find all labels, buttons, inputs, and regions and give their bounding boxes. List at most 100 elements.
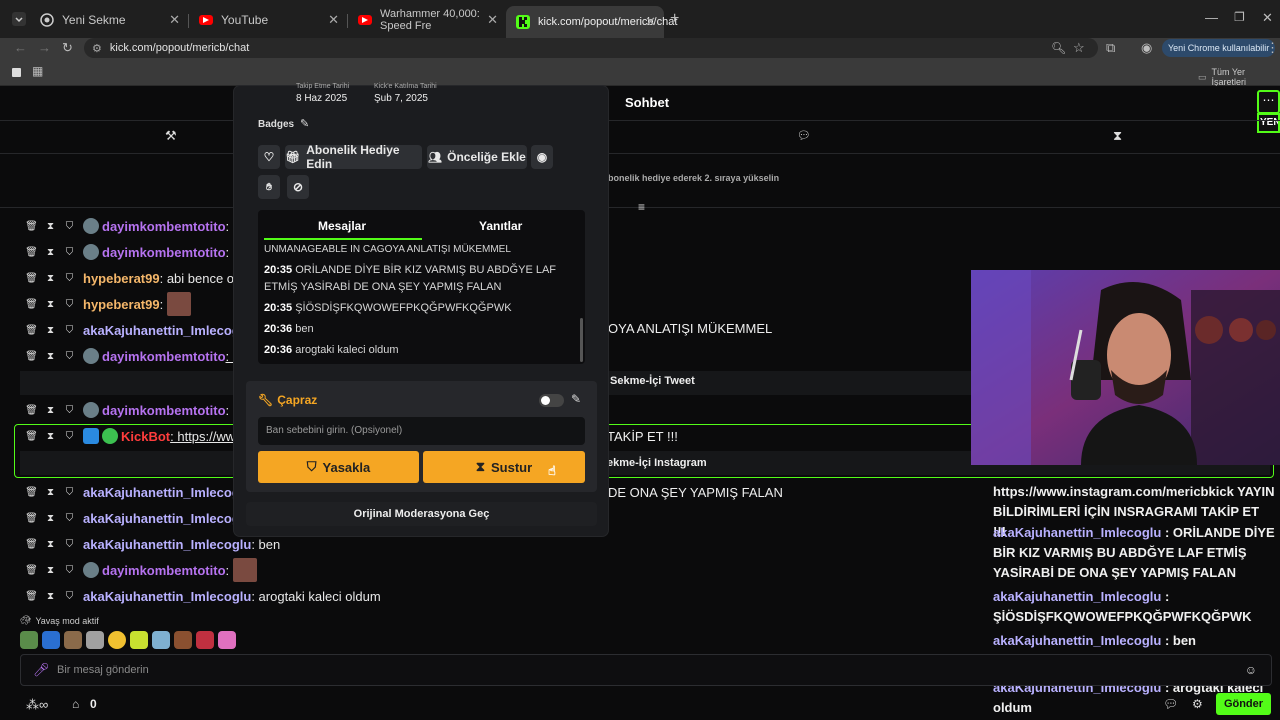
chat-username[interactable]: hypeberat99 xyxy=(83,271,160,286)
chat-username[interactable]: dayimkombemtotito xyxy=(102,349,226,364)
switch-to-original-mod-button[interactable]: Orijinal Moderasyona Geç xyxy=(246,502,597,526)
timeout-hourglass-icon[interactable]: ⧗ xyxy=(45,513,56,524)
shield-icon[interactable]: ⛉ xyxy=(64,565,75,576)
close-tab-icon[interactable]: ✕ xyxy=(328,12,339,28)
shield-icon[interactable]: ⛉ xyxy=(64,539,75,550)
emote-icon[interactable] xyxy=(86,631,104,649)
tab-overview-icon[interactable] xyxy=(12,68,21,77)
gift-subscription-button[interactable]: 🎁︎ Abonelik Hediye Edin xyxy=(285,143,422,171)
extensions-icon[interactable]: ⧉ xyxy=(1106,40,1115,56)
delete-icon[interactable]: 🗑︎ xyxy=(25,221,38,232)
timeout-hourglass-icon[interactable]: ⧗ xyxy=(45,273,56,284)
delete-icon[interactable]: 🗑︎ xyxy=(25,325,38,336)
messages-scrollbar[interactable] xyxy=(580,318,583,362)
minimize-icon[interactable]: — xyxy=(1205,10,1218,25)
hourglass-icon[interactable]: ⧗ xyxy=(1113,128,1122,144)
timeout-hourglass-icon[interactable]: ⧗ xyxy=(45,565,56,576)
new-tab-icon[interactable]: + xyxy=(670,10,679,28)
address-bar[interactable]: ⚙ kick.com/popout/mericb/chat xyxy=(84,38,1098,58)
reload-icon[interactable]: ↻ xyxy=(62,40,73,56)
close-window-icon[interactable]: ✕ xyxy=(1262,10,1273,26)
embed-instagram-label[interactable]: ekme-İçi Instagram xyxy=(607,457,707,469)
chat-username[interactable]: akaKajuhanettin_Imlecoglu xyxy=(83,323,251,338)
shield-icon[interactable]: ⛉ xyxy=(64,299,75,310)
emote-icon[interactable] xyxy=(20,631,38,649)
site-info-icon[interactable]: ⚙ xyxy=(92,42,102,55)
view-eye-button[interactable]: ◉ xyxy=(531,145,553,169)
emote-icon[interactable] xyxy=(64,631,82,649)
ban-button[interactable]: ⛉ Yasakla xyxy=(258,451,419,483)
chat-username[interactable]: dayimkombemtotito xyxy=(102,245,226,260)
tab-replies[interactable]: Yanıtlar xyxy=(479,219,522,233)
delete-icon[interactable]: 🗑︎ xyxy=(25,487,38,498)
shield-icon[interactable]: ⛉ xyxy=(64,325,75,336)
chat-username[interactable]: akaKajuhanettin_Imlecoglu xyxy=(83,511,251,526)
timeout-hourglass-icon[interactable]: ⧗ xyxy=(45,539,56,550)
delete-icon[interactable]: 🗑︎ xyxy=(25,351,38,362)
shield-icon[interactable]: ⛉ xyxy=(64,247,75,258)
emote-icon[interactable] xyxy=(174,631,192,649)
hammer-icon[interactable]: ⚒ xyxy=(165,128,177,144)
shield-icon[interactable]: ⛉ xyxy=(64,405,75,416)
zoom-icon[interactable]: 🔍︎ xyxy=(1051,41,1066,55)
tab-kick-chat[interactable]: kick.com/popout/mericb/chat ✕ xyxy=(506,6,677,38)
timeout-hourglass-icon[interactable]: ⧗ xyxy=(45,405,56,416)
emote-icon[interactable] xyxy=(130,631,148,649)
delete-icon[interactable]: 🗑︎ xyxy=(25,273,38,284)
settings-gear-icon[interactable]: ⚙ xyxy=(1192,697,1203,711)
close-tab-icon[interactable]: ✕ xyxy=(484,12,498,28)
block-button[interactable]: ⊘ xyxy=(287,175,309,199)
edit-pencil-icon[interactable]: ✎ xyxy=(571,392,581,406)
profile-icon[interactable]: ◉ xyxy=(1141,40,1152,56)
delete-icon[interactable]: 🗑︎ xyxy=(25,591,38,602)
timeout-hourglass-icon[interactable]: ⧗ xyxy=(45,351,56,362)
tab-youtube[interactable]: YouTube ✕ xyxy=(189,8,347,32)
chat-username[interactable]: dayimkombemtotito xyxy=(102,403,226,418)
users-icon[interactable]: ⁂∞ xyxy=(26,697,48,713)
chat-username[interactable]: akaKajuhanettin_Imlecoglu xyxy=(83,589,251,604)
timeout-hourglass-icon[interactable]: ⧗ xyxy=(45,247,56,258)
chat-username[interactable]: akaKajuhanettin_Imlecoglu xyxy=(83,537,251,552)
chat-username[interactable]: dayimkombemtotito xyxy=(102,563,226,578)
microphone-icon[interactable]: 🎤︎ xyxy=(33,662,50,678)
bookmark-star-icon[interactable]: ☆ xyxy=(1073,40,1085,56)
edit-badges-pencil-icon[interactable]: ✎ xyxy=(300,117,309,130)
send-button[interactable]: Gönder xyxy=(1216,693,1271,715)
close-tab-icon[interactable]: ✕ xyxy=(645,14,656,30)
close-tab-icon[interactable]: ✕ xyxy=(169,12,180,28)
timeout-hourglass-icon[interactable]: ⧗ xyxy=(45,591,56,602)
emote-icon[interactable] xyxy=(152,631,170,649)
chat-username[interactable]: akaKajuhanettin_Imlecoglu xyxy=(83,485,251,500)
back-icon[interactable]: ← xyxy=(14,40,27,55)
pinned-collapse-icon[interactable]: ≡ xyxy=(638,200,645,214)
tab-warhammer[interactable]: Warhammer 40,000: Speed Fre ✕ xyxy=(348,8,506,32)
chat-username[interactable]: hypeberat99 xyxy=(83,297,160,312)
emoji-icon[interactable]: ☺ xyxy=(1245,663,1257,677)
embed-tweet-label[interactable]: Sekme-İçi Tweet xyxy=(610,375,695,387)
all-bookmarks[interactable]: ▭ Tüm Yer İşaretleri xyxy=(1198,67,1280,87)
ban-reason-input[interactable]: Ban sebebini girin. (Opsiyonel) xyxy=(258,417,585,445)
delete-icon[interactable]: 🗑︎ xyxy=(25,405,38,416)
add-priority-button[interactable]: 👥︎ Önceliğe Ekle xyxy=(427,145,527,169)
delete-icon[interactable]: 🗑︎ xyxy=(25,565,38,576)
shield-icon[interactable]: ⛉ xyxy=(64,273,75,284)
more-options-button[interactable]: ⋯ xyxy=(1257,90,1280,114)
chat-bubble-icon[interactable]: 💬︎ xyxy=(797,129,811,142)
shield-icon[interactable]: ⛉ xyxy=(64,351,75,362)
chat-username[interactable]: dayimkombemtotito xyxy=(102,219,226,234)
tab-messages[interactable]: Mesajlar xyxy=(318,219,366,233)
shield-icon[interactable]: ⛉ xyxy=(64,487,75,498)
emote-icon[interactable] xyxy=(108,631,126,649)
menu-kebab-icon[interactable]: ⋮ xyxy=(1266,40,1279,56)
follow-heart-button[interactable]: ♡ xyxy=(258,145,280,169)
mute-button[interactable]: ⧗ Sustur ☝︎ xyxy=(423,451,585,483)
shield-icon[interactable]: ⛉ xyxy=(64,591,75,602)
emote-icon[interactable] xyxy=(42,631,60,649)
message-input[interactable]: 🎤︎ Bir mesaj gönderin ☺ xyxy=(20,654,1272,686)
shield-icon[interactable]: ⛉ xyxy=(64,221,75,232)
restore-icon[interactable]: ❐ xyxy=(1234,10,1245,24)
chat-settings-bubble-icon[interactable]: 💬︎ xyxy=(1163,697,1178,711)
vip-button[interactable]: ✋︎ xyxy=(258,175,280,199)
forward-icon[interactable]: → xyxy=(38,40,51,55)
timeout-hourglass-icon[interactable]: ⧗ xyxy=(45,325,56,336)
